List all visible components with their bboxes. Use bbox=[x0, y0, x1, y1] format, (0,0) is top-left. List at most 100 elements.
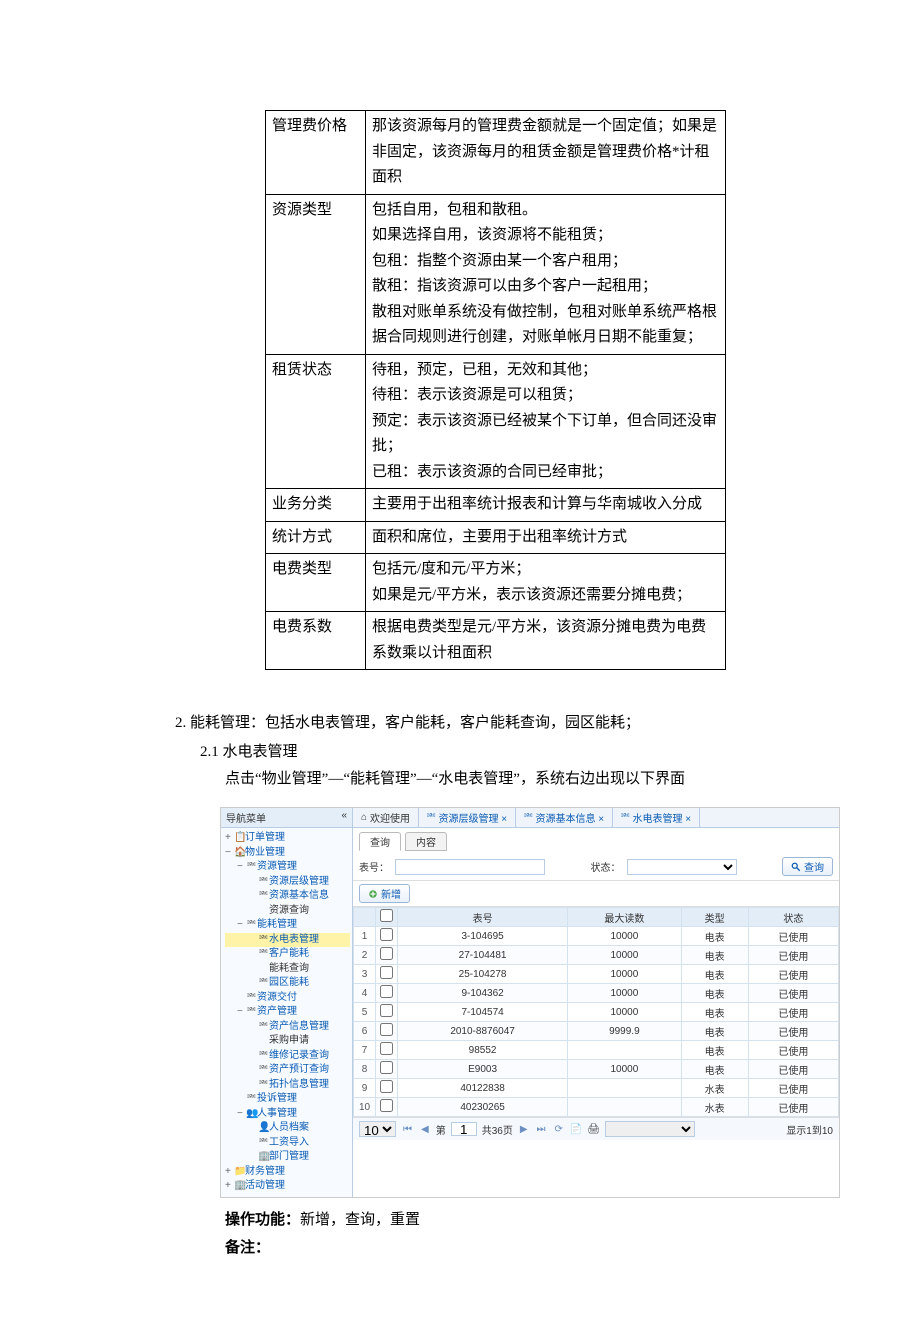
tree-item[interactable]: 资源查询 bbox=[225, 904, 350, 919]
grid-header: 状态 bbox=[748, 908, 838, 927]
nav-title: 导航菜单 bbox=[226, 810, 266, 825]
table-row[interactable]: 62010-88760479999.9电表已使用 bbox=[354, 1022, 839, 1041]
tree-item[interactable]: −⎃能耗管理 bbox=[225, 918, 350, 933]
input-meter-no[interactable] bbox=[395, 859, 545, 875]
table-row[interactable]: 940122838水表已使用 bbox=[354, 1079, 839, 1098]
table-row[interactable]: 798552电表已使用 bbox=[354, 1041, 839, 1060]
section-2-1-text: 点击“物业管理”—“能耗管理”—“水电表管理”，系统右边出现以下界面 bbox=[225, 766, 830, 793]
desc-val: 那该资源每月的管理费金额就是一个固定值；如果是非固定，该资源每月的租赁金额是管理… bbox=[366, 111, 726, 195]
tab[interactable]: ⎃资源基本信息 × bbox=[516, 808, 613, 827]
row-checkbox[interactable] bbox=[380, 985, 393, 998]
nav-collapse-icon[interactable]: « bbox=[341, 810, 347, 825]
tree-item[interactable]: ⎃拓扑信息管理 bbox=[225, 1078, 350, 1093]
meter-grid: 表号最大读数类型状态 13-10469510000电表已使用227-104481… bbox=[353, 907, 839, 1117]
table-row[interactable]: 49-10436210000电表已使用 bbox=[354, 984, 839, 1003]
row-checkbox[interactable] bbox=[380, 1099, 393, 1112]
tree-item[interactable]: ⎃资源交付 bbox=[225, 991, 350, 1006]
desc-key: 统计方式 bbox=[266, 521, 366, 554]
pager-page-input[interactable] bbox=[451, 1122, 477, 1136]
row-checkbox[interactable] bbox=[380, 947, 393, 960]
pager-prev-icon[interactable]: ◀ bbox=[419, 1124, 431, 1135]
pager-extra-select[interactable] bbox=[605, 1121, 695, 1137]
desc-key: 管理费价格 bbox=[266, 111, 366, 195]
tree-item[interactable]: −⎃资产管理 bbox=[225, 1005, 350, 1020]
page-size-select[interactable]: 10 bbox=[359, 1121, 396, 1137]
pager-next-icon[interactable]: ▶ bbox=[518, 1124, 530, 1135]
tree-item[interactable]: ⎃资源层级管理 bbox=[225, 875, 350, 890]
row-checkbox[interactable] bbox=[380, 1004, 393, 1017]
tree-item[interactable]: ⎃维修记录查询 bbox=[225, 1049, 350, 1064]
label-status: 状态： bbox=[591, 859, 621, 874]
label-meter-no: 表号： bbox=[359, 859, 389, 874]
pager-info: 显示1到10 bbox=[786, 1122, 833, 1137]
table-row[interactable]: 8E900310000电表已使用 bbox=[354, 1060, 839, 1079]
tab[interactable]: ⎃资源层级管理 × bbox=[419, 808, 516, 827]
filter-tab-query[interactable]: 查询 bbox=[359, 832, 401, 851]
node-icon: ⎃ bbox=[621, 812, 629, 823]
desc-key: 资源类型 bbox=[266, 194, 366, 354]
table-row[interactable]: 1040230265水表已使用 bbox=[354, 1098, 839, 1117]
desc-val: 包括自用，包租和散租。如果选择自用，该资源将不能租赁；包租：指整个资源由某一个客… bbox=[366, 194, 726, 354]
tree-item[interactable]: +📁财务管理 bbox=[225, 1165, 350, 1180]
row-checkbox[interactable] bbox=[380, 966, 393, 979]
node-icon: ⎃ bbox=[427, 812, 435, 823]
table-row[interactable]: 13-10469510000电表已使用 bbox=[354, 927, 839, 946]
app-screenshot: 导航菜单 « +📋订单管理−🏠物业管理−⎃资源管理⎃资源层级管理⎃资源基本信息资… bbox=[220, 807, 840, 1198]
pager-label-b: 共36页 bbox=[482, 1122, 513, 1137]
select-status[interactable] bbox=[627, 859, 737, 875]
tree-item[interactable]: ⎃客户能耗 bbox=[225, 947, 350, 962]
tree-item[interactable]: ⎃资源基本信息 bbox=[225, 889, 350, 904]
tree-item[interactable]: 采购申请 bbox=[225, 1034, 350, 1049]
pager: 10 ⏮ ◀ 第 共36页 ▶ ⏭ ⟳ 📄 🖨 显示1到10 bbox=[353, 1117, 839, 1140]
tree-item[interactable]: −👥人事管理 bbox=[225, 1107, 350, 1122]
nav-panel: 导航菜单 « +📋订单管理−🏠物业管理−⎃资源管理⎃资源层级管理⎃资源基本信息资… bbox=[221, 808, 353, 1197]
tree-item[interactable]: −⎃资源管理 bbox=[225, 860, 350, 875]
plus-icon bbox=[368, 889, 378, 899]
grid-header: 最大读数 bbox=[568, 908, 681, 927]
pager-print-icon[interactable]: 🖨 bbox=[587, 1124, 600, 1135]
tree-item[interactable]: +📋订单管理 bbox=[225, 831, 350, 846]
pager-last-icon[interactable]: ⏭ bbox=[535, 1124, 548, 1135]
desc-key: 电费系数 bbox=[266, 612, 366, 670]
select-all-checkbox[interactable] bbox=[380, 909, 393, 922]
field-description-table: 管理费价格那该资源每月的管理费金额就是一个固定值；如果是非固定，该资源每月的租赁… bbox=[265, 110, 726, 670]
desc-val: 待租，预定，已租，无效和其他；待租：表示该资源是可以租赁；预定：表示该资源已经被… bbox=[366, 354, 726, 489]
tree-item[interactable]: ⎃工资导入 bbox=[225, 1136, 350, 1151]
note-line: 备注： bbox=[225, 1234, 830, 1263]
row-checkbox[interactable] bbox=[380, 1023, 393, 1036]
row-checkbox[interactable] bbox=[380, 1061, 393, 1074]
desc-key: 租赁状态 bbox=[266, 354, 366, 489]
table-row[interactable]: 227-10448110000电表已使用 bbox=[354, 946, 839, 965]
tab[interactable]: ⌂欢迎使用 bbox=[353, 808, 419, 827]
tree-item[interactable]: 🏢部门管理 bbox=[225, 1150, 350, 1165]
tree-item[interactable]: ⎃园区能耗 bbox=[225, 976, 350, 991]
row-checkbox[interactable] bbox=[380, 1042, 393, 1055]
tree-item[interactable]: ⎃资产预订查询 bbox=[225, 1063, 350, 1078]
tree-item[interactable]: +🏢活动管理 bbox=[225, 1179, 350, 1194]
grid-header: 类型 bbox=[681, 908, 748, 927]
desc-val: 包括元/度和元/平方米；如果是元/平方米，表示该资源还需要分摊电费； bbox=[366, 554, 726, 612]
tree-item[interactable]: 👤人员档案 bbox=[225, 1121, 350, 1136]
node-icon: ⎃ bbox=[524, 812, 532, 823]
query-button[interactable]: 查询 bbox=[782, 857, 833, 876]
pager-export-icon[interactable]: 📄 bbox=[570, 1124, 582, 1135]
pager-refresh-icon[interactable]: ⟳ bbox=[553, 1124, 565, 1135]
tree-item[interactable]: 能耗查询 bbox=[225, 962, 350, 977]
tree-item[interactable]: ⎃投诉管理 bbox=[225, 1092, 350, 1107]
row-checkbox[interactable] bbox=[380, 928, 393, 941]
tree-item[interactable]: ⎃水电表管理 bbox=[225, 933, 350, 948]
tab[interactable]: ⎃水电表管理 × bbox=[613, 808, 700, 827]
pager-first-icon[interactable]: ⏮ bbox=[401, 1124, 414, 1135]
operation-functions-line: 操作功能：新增，查询，重置 bbox=[225, 1206, 830, 1235]
row-checkbox[interactable] bbox=[380, 1080, 393, 1093]
desc-val: 面积和席位，主要用于出租率统计方式 bbox=[366, 521, 726, 554]
grid-header: 表号 bbox=[398, 908, 568, 927]
tree-item[interactable]: −🏠物业管理 bbox=[225, 846, 350, 861]
table-row[interactable]: 57-10457410000电表已使用 bbox=[354, 1003, 839, 1022]
add-button[interactable]: 新增 bbox=[359, 884, 410, 903]
table-row[interactable]: 325-10427810000电表已使用 bbox=[354, 965, 839, 984]
pager-label-a: 第 bbox=[436, 1122, 446, 1137]
tree-item[interactable]: ⎃资产信息管理 bbox=[225, 1020, 350, 1035]
nav-tree: +📋订单管理−🏠物业管理−⎃资源管理⎃资源层级管理⎃资源基本信息资源查询−⎃能耗… bbox=[221, 828, 352, 1197]
filter-tab-content[interactable]: 内容 bbox=[405, 832, 447, 851]
